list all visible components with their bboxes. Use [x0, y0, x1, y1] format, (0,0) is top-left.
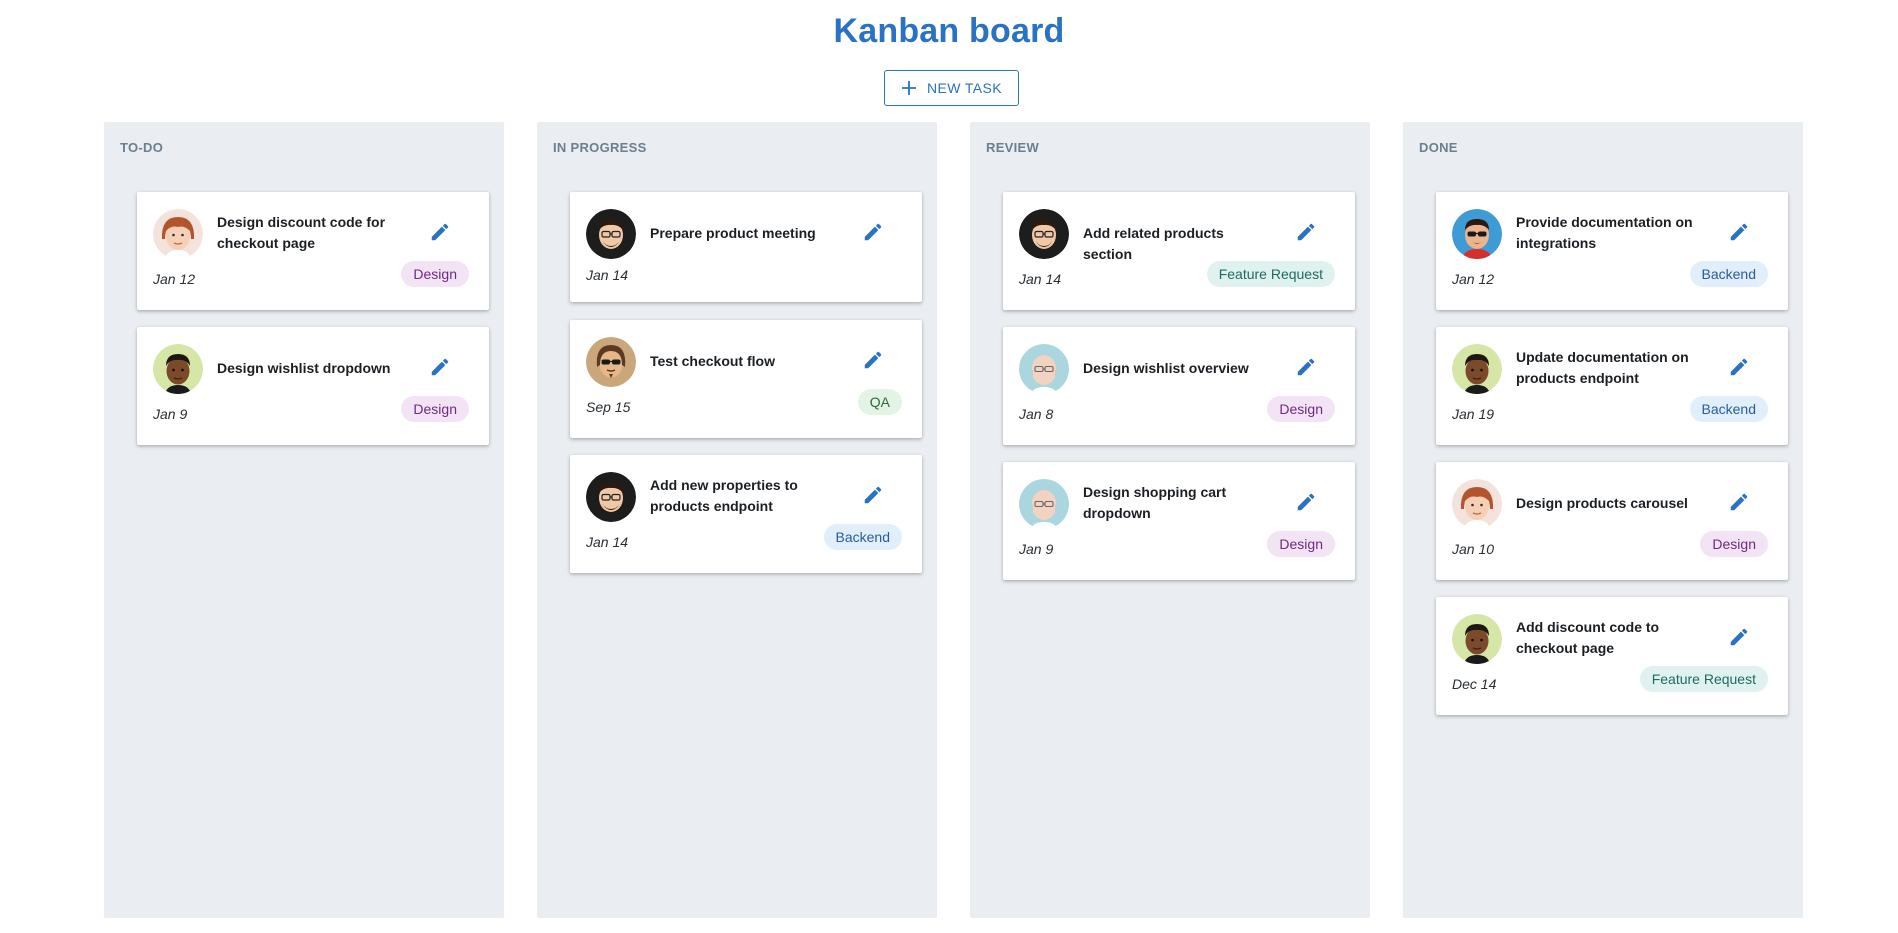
card-date: Sep 15 [586, 399, 631, 415]
edit-icon[interactable] [1293, 489, 1319, 515]
task-card[interactable]: Design wishlist overview Jan 8 Design [1003, 327, 1355, 445]
card-date: Jan 14 [1019, 271, 1062, 287]
plus-icon [901, 80, 917, 96]
page-title: Kanban board [833, 12, 1065, 50]
avatar-sunglasses-tan [586, 337, 636, 387]
edit-icon[interactable] [1293, 219, 1319, 245]
edit-icon[interactable] [1726, 489, 1752, 515]
card-date: Jan 19 [1452, 406, 1495, 422]
tag-badge: Backend [823, 524, 902, 550]
task-card[interactable]: Add related products section Jan 14 Feat… [1003, 192, 1355, 310]
card-title: Prepare product meeting [650, 225, 816, 241]
card-date: Jan 8 [1019, 406, 1054, 422]
card-date: Jan 9 [1019, 541, 1054, 557]
new-task-label: NEW TASK [926, 80, 1003, 96]
avatar-glasses-beard [586, 472, 636, 522]
tag-badge: Design [401, 261, 469, 287]
tag-badge: Design [1267, 396, 1335, 422]
card-title: Add new properties to products endpoint [650, 477, 798, 514]
card-date: Jan 12 [153, 271, 196, 287]
kanban-board: TO-DO Design discount code for checkout … [104, 122, 1804, 933]
column-title: REVIEW [986, 140, 1040, 155]
card-title: Add related products section [1083, 225, 1224, 262]
edit-icon[interactable] [860, 482, 886, 508]
card-title: Update documentation on products endpoin… [1516, 349, 1689, 386]
card-title: Design wishlist dropdown [217, 360, 391, 376]
column-in-progress: IN PROGRESS Prepare product meeting Jan … [537, 122, 937, 918]
avatar-glasses-beard [1019, 209, 1069, 259]
card-title: Provide documentation on integrations [1516, 214, 1693, 251]
tag-badge: Feature Request [1639, 666, 1768, 692]
column-review: REVIEW Add related products section Jan … [970, 122, 1370, 918]
card-title: Test checkout flow [650, 353, 775, 369]
tag-badge: QA [857, 389, 902, 415]
edit-icon[interactable] [427, 354, 453, 380]
edit-icon[interactable] [1726, 219, 1752, 245]
avatar-redhead [153, 209, 203, 259]
card-date: Jan 10 [1452, 541, 1495, 557]
card-title: Design wishlist overview [1083, 360, 1249, 376]
task-card[interactable]: Update documentation on products endpoin… [1436, 327, 1788, 445]
new-task-button[interactable]: NEW TASK [884, 70, 1019, 106]
tag-badge: Backend [1689, 396, 1768, 422]
task-card[interactable]: Add new properties to products endpoint … [570, 455, 922, 573]
edit-icon[interactable] [860, 219, 886, 245]
avatar-sunglasses-blue [1452, 209, 1502, 259]
task-card[interactable]: Design shopping cart dropdown Jan 9 Desi… [1003, 462, 1355, 580]
column-title: DONE [1419, 140, 1458, 155]
task-card[interactable]: Design wishlist dropdown Jan 9 Design [137, 327, 489, 445]
card-title: Design shopping cart dropdown [1083, 484, 1227, 521]
column-title: IN PROGRESS [553, 140, 647, 155]
task-card[interactable]: Provide documentation on integrations Ja… [1436, 192, 1788, 310]
card-date: Jan 14 [586, 267, 629, 283]
edit-icon[interactable] [427, 219, 453, 245]
avatar-dark-green [1452, 344, 1502, 394]
avatar-bald-glasses [1019, 479, 1069, 529]
card-date: Dec 14 [1452, 676, 1497, 692]
avatar-bald-glasses [1019, 344, 1069, 394]
card-title: Design products carousel [1516, 495, 1688, 511]
tag-badge: Design [1267, 531, 1335, 557]
tag-badge: Design [401, 396, 469, 422]
avatar-redhead [1452, 479, 1502, 529]
task-card[interactable]: Prepare product meeting Jan 14 [570, 192, 922, 302]
task-card[interactable]: Design products carousel Jan 10 Design [1436, 462, 1788, 580]
card-date: Jan 14 [586, 534, 629, 550]
avatar-dark-green [1452, 614, 1502, 664]
task-card[interactable]: Design discount code for checkout page J… [137, 192, 489, 310]
task-card[interactable]: Add discount code to checkout page Dec 1… [1436, 597, 1788, 715]
edit-icon[interactable] [1726, 624, 1752, 650]
edit-icon[interactable] [1293, 354, 1319, 380]
task-card[interactable]: Test checkout flow Sep 15 QA [570, 320, 922, 438]
tag-badge: Backend [1689, 261, 1768, 287]
column-title: TO-DO [120, 140, 164, 155]
edit-icon[interactable] [1726, 354, 1752, 380]
card-date: Jan 12 [1452, 271, 1495, 287]
tag-badge: Design [1700, 531, 1768, 557]
avatar-dark-green [153, 344, 203, 394]
card-title: Add discount code to checkout page [1516, 619, 1660, 656]
avatar-glasses-beard [586, 209, 636, 259]
card-title: Design discount code for checkout page [217, 214, 386, 251]
card-date: Jan 9 [153, 406, 188, 422]
column-done: DONE Provide documentation on integratio… [1403, 122, 1803, 918]
tag-badge: Feature Request [1206, 261, 1335, 287]
edit-icon[interactable] [860, 347, 886, 373]
column-todo: TO-DO Design discount code for checkout … [104, 122, 504, 918]
